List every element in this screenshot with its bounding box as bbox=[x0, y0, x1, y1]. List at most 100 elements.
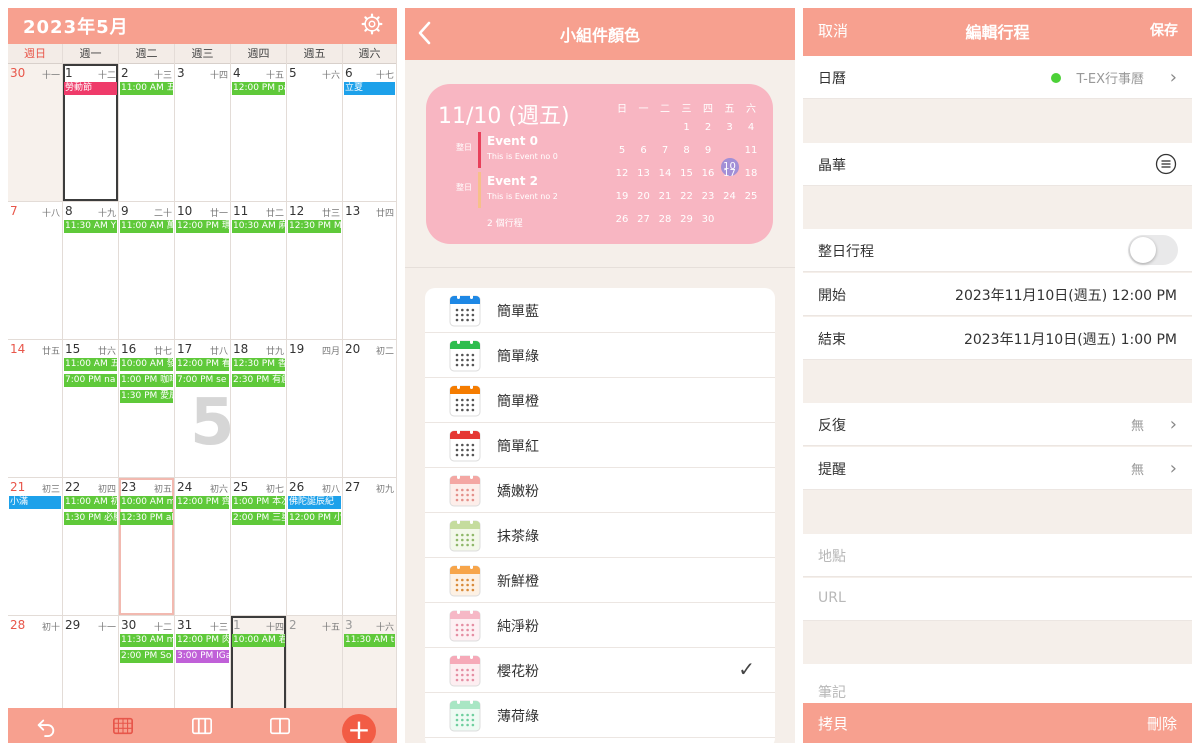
day-cell[interactable]: 6 十七 立夏 bbox=[343, 64, 397, 202]
start-value[interactable]: 2023年11月10日(週五) 12:00 PM bbox=[955, 285, 1177, 305]
lunar-date: 廿八 bbox=[209, 347, 228, 357]
day-cell[interactable]: 7 十八 bbox=[8, 202, 63, 340]
day-cell[interactable]: 8 十九 11:30 AM Y bbox=[63, 202, 119, 340]
delete-button[interactable]: 刪除 bbox=[1147, 713, 1177, 734]
event-title-row[interactable]: 晶華 bbox=[803, 143, 1192, 186]
calendar-event-chip[interactable]: 12:00 PM 瑪 bbox=[176, 220, 229, 233]
calendar-event-chip[interactable]: 11:00 AM 五 bbox=[120, 82, 173, 95]
end-value[interactable]: 2023年11月10日(週五) 1:00 PM bbox=[964, 329, 1177, 349]
day-view-icon[interactable] bbox=[269, 715, 291, 737]
calendar-event-chip[interactable]: 11:00 AM 萬 bbox=[120, 220, 173, 233]
week-view-icon[interactable] bbox=[191, 715, 213, 737]
day-cell[interactable]: 12 廿三 12:30 PM M bbox=[287, 202, 343, 340]
day-cell[interactable]: 4 十五 12:00 PM pa bbox=[231, 64, 287, 202]
end-row[interactable]: 結束 2023年11月10日(週五) 1:00 PM bbox=[803, 317, 1192, 360]
calendar-select-row[interactable]: 日曆 T-EX行事曆 › bbox=[803, 56, 1192, 99]
day-cell[interactable]: 14 廿五 bbox=[8, 340, 63, 478]
calendar-event-chip[interactable]: 12:30 PM 香 bbox=[232, 358, 285, 371]
month-view-icon[interactable] bbox=[112, 715, 134, 737]
day-number: 1 bbox=[233, 618, 241, 632]
calendar-event-chip[interactable]: 立夏 bbox=[344, 82, 395, 95]
gear-icon[interactable] bbox=[361, 13, 383, 35]
day-cell[interactable]: 16 廿七 10:00 AM 發 1:00 PM 咖啡 1:30 PM 愛局 bbox=[119, 340, 175, 478]
calendar-event-chip[interactable]: 11:30 AM Y bbox=[64, 220, 117, 233]
calendar-event-chip[interactable]: 2:00 PM 三星 bbox=[232, 512, 285, 525]
color-option-row[interactable]: 簡單藍 bbox=[425, 288, 775, 333]
calendar-event-chip[interactable]: 11:30 AM tr bbox=[344, 634, 395, 647]
calendar-event-chip[interactable]: 12:00 PM pa bbox=[232, 82, 285, 95]
color-option-row[interactable]: 嬌嫩粉 bbox=[425, 468, 775, 513]
day-cell[interactable]: 2 十三 11:00 AM 五 bbox=[119, 64, 175, 202]
month-title[interactable]: 2023年5月 bbox=[23, 13, 129, 39]
list-icon[interactable] bbox=[1155, 153, 1177, 175]
calendar-event-chip[interactable]: 11:00 AM 初 bbox=[64, 496, 117, 509]
day-cell[interactable]: 13 廿四 bbox=[343, 202, 397, 340]
calendar-event-chip[interactable]: 10:00 AM 發 bbox=[120, 358, 173, 371]
calendar-event-chip[interactable]: 1:30 PM 愛局 bbox=[120, 390, 173, 403]
reminder-row[interactable]: 提醒 無 › bbox=[803, 447, 1192, 490]
day-cell[interactable]: 26 初八 佛陀誕辰紀 12:00 PM 小 bbox=[287, 478, 343, 616]
day-cell[interactable]: 20 初二 bbox=[343, 340, 397, 478]
day-cell[interactable]: 9 二十 11:00 AM 萬 bbox=[119, 202, 175, 340]
all-day-toggle[interactable] bbox=[1128, 235, 1178, 265]
color-option-row[interactable]: 純淨粉 bbox=[425, 603, 775, 648]
calendar-event-chip[interactable]: 11:00 AM 五 bbox=[64, 358, 117, 371]
day-cell[interactable]: 5 十六 bbox=[287, 64, 343, 202]
color-option-row[interactable]: 薄荷綠 bbox=[425, 693, 775, 738]
day-cell[interactable]: 18 廿九 12:30 PM 香 2:30 PM 有創 bbox=[231, 340, 287, 478]
day-cell[interactable]: 22 初四 11:00 AM 初 1:30 PM 必勝 bbox=[63, 478, 119, 616]
calendar-event-chip[interactable]: 1:30 PM 必勝 bbox=[64, 512, 117, 525]
day-cell[interactable]: 30 十一 bbox=[8, 64, 63, 202]
calendar-event-chip[interactable]: 12:00 PM 小 bbox=[288, 512, 341, 525]
calendar-event-chip[interactable]: 11:30 AM m bbox=[120, 634, 173, 647]
day-cell[interactable]: 25 初七 1:00 PM 本次 2:00 PM 三星 bbox=[231, 478, 287, 616]
color-option-row[interactable]: 簡單紅 bbox=[425, 423, 775, 468]
calendar-event-chip[interactable]: 10:00 AM m bbox=[120, 496, 173, 509]
color-option-row[interactable]: 簡單橙 bbox=[425, 378, 775, 423]
calendar-event-chip[interactable]: 小滿 bbox=[9, 496, 61, 509]
calendar-event-chip[interactable]: 佛陀誕辰紀 bbox=[288, 496, 341, 509]
url-row[interactable]: URL bbox=[803, 578, 1192, 621]
day-cell[interactable]: 27 初九 bbox=[343, 478, 397, 616]
day-cell[interactable]: 15 廿六 11:00 AM 五 7:00 PM na bbox=[63, 340, 119, 478]
repeat-row[interactable]: 反復 無 › bbox=[803, 403, 1192, 446]
day-cell[interactable]: 21 初三 小滿 bbox=[8, 478, 63, 616]
undo-icon[interactable] bbox=[35, 715, 57, 737]
day-cell[interactable]: 10 廿一 12:00 PM 瑪 bbox=[175, 202, 231, 340]
event-title-field[interactable]: 晶華 bbox=[818, 155, 846, 175]
location-field[interactable]: 地點 bbox=[818, 546, 846, 566]
lunar-date: 十四 bbox=[265, 623, 284, 633]
calendar-event-chip[interactable]: 10:00 AM 君 bbox=[232, 634, 285, 647]
copy-button[interactable]: 拷貝 bbox=[818, 713, 848, 734]
day-cell[interactable]: 11 廿二 10:30 AM 麻 bbox=[231, 202, 287, 340]
calendar-event-chip[interactable]: 12:00 PM 齊 bbox=[176, 496, 229, 509]
save-button[interactable]: 保存 bbox=[1150, 20, 1178, 40]
notes-field[interactable]: 筆記 bbox=[818, 682, 846, 702]
calendar-event-chip[interactable]: 勞動節 bbox=[64, 82, 117, 95]
calendar-event-chip[interactable]: 12:30 PM M bbox=[288, 220, 341, 233]
calendar-event-chip[interactable]: 3:00 PM IGa bbox=[176, 650, 229, 663]
add-event-button[interactable]: + bbox=[342, 714, 376, 743]
url-field[interactable]: URL bbox=[818, 590, 846, 606]
calendar-event-chip[interactable]: 2:30 PM 有創 bbox=[232, 374, 285, 387]
calendar-event-chip[interactable]: 12:00 PM 看 bbox=[176, 358, 229, 371]
calendar-event-chip[interactable]: 1:00 PM 咖啡 bbox=[120, 374, 173, 387]
calendar-event-chip[interactable]: 1:00 PM 本次 bbox=[232, 496, 285, 509]
day-number: 28 bbox=[10, 618, 26, 632]
calendar-event-chip[interactable]: 12:00 PM 肉 bbox=[176, 634, 229, 647]
calendar-event-chip[interactable]: 12:30 PM al bbox=[120, 512, 173, 525]
day-cell[interactable]: 1 十二 勞動節 bbox=[63, 64, 119, 202]
day-cell[interactable]: 3 十四 bbox=[175, 64, 231, 202]
color-option-row[interactable]: 新鮮橙 bbox=[425, 558, 775, 603]
color-option-row[interactable]: 簡單綠 bbox=[425, 333, 775, 378]
calendar-event-chip[interactable]: 10:30 AM 麻 bbox=[232, 220, 285, 233]
start-row[interactable]: 開始 2023年11月10日(週五) 12:00 PM bbox=[803, 273, 1192, 316]
day-cell[interactable]: 19 四月 bbox=[287, 340, 343, 478]
location-row[interactable]: 地點 bbox=[803, 534, 1192, 577]
color-option-row[interactable]: 抹茶綠 bbox=[425, 513, 775, 558]
calendar-event-chip[interactable]: 2:00 PM So bbox=[120, 650, 173, 663]
color-option-row[interactable]: 櫻花粉 ✓ bbox=[425, 648, 775, 693]
day-cell[interactable]: 23 初五 10:00 AM m 12:30 PM al bbox=[119, 478, 175, 616]
calendar-event-chip[interactable]: 7:00 PM na bbox=[64, 374, 117, 387]
day-cell[interactable]: 24 初六 12:00 PM 齊 bbox=[175, 478, 231, 616]
